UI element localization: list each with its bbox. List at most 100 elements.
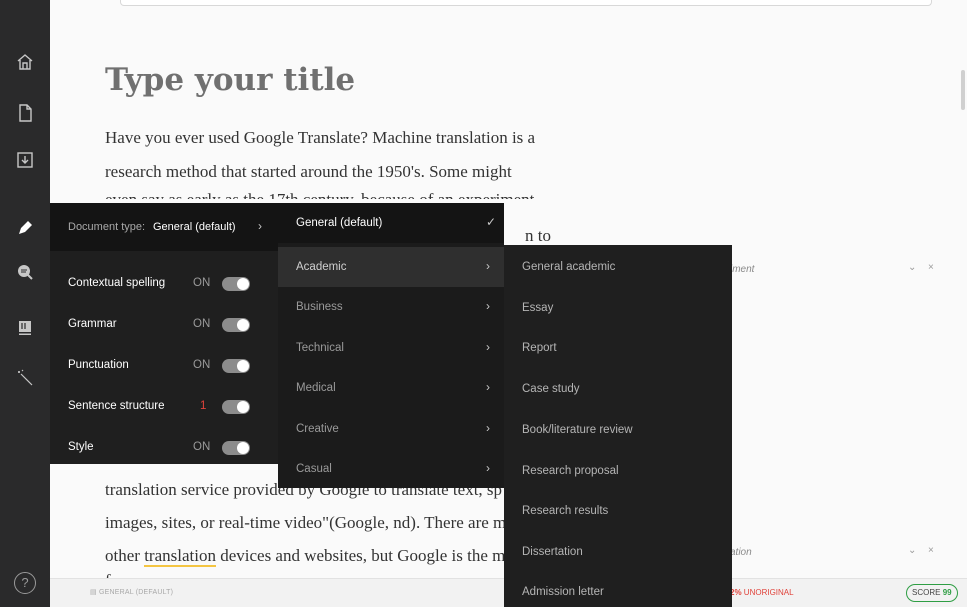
academic-item[interactable]: Book/literature review — [504, 410, 732, 450]
close-icon[interactable]: × — [928, 545, 934, 556]
left-rail: ? — [0, 0, 50, 607]
paragraph-text-after: devices and websites, but Google is the … — [215, 546, 506, 565]
academic-item[interactable]: Research proposal — [504, 451, 732, 491]
download-icon[interactable] — [15, 150, 35, 170]
score-label: SCORE — [912, 588, 941, 597]
setting-state: ON — [193, 359, 211, 371]
menu-item-label: Essay — [522, 302, 554, 314]
chevron-right-icon: › — [486, 461, 490, 475]
page-title[interactable]: Type your title — [105, 62, 355, 98]
setting-label: Contextual spelling — [68, 277, 166, 289]
paragraph-text-before: other — [105, 546, 145, 565]
setting-contextual-spelling[interactable]: Contextual spelling ON — [50, 264, 278, 304]
academic-item[interactable]: Dissertation — [504, 532, 732, 572]
checkmark-icon: ✓ — [486, 215, 497, 229]
menu-item-label: Research results — [522, 505, 609, 517]
settings-panel: Document type: General (default) › Conte… — [50, 203, 278, 464]
menu-item-label: Creative — [296, 423, 339, 435]
underlined-word[interactable]: translation — [144, 546, 216, 567]
chevron-right-icon: › — [486, 380, 490, 394]
close-icon[interactable]: × — [928, 262, 934, 273]
paragraph-line[interactable]: Have you ever used Google Translate? Mac… — [105, 128, 535, 148]
document-type-selector[interactable]: Document type: General (default) › — [50, 203, 278, 251]
setting-state: ON — [193, 318, 211, 330]
document-type-label: Document type: — [68, 221, 146, 233]
status-document-type-label: GENERAL (DEFAULT) — [98, 589, 174, 596]
document-type-value: General (default) — [153, 221, 236, 233]
paragraph-line[interactable]: images, sites, or real-time video"(Googl… — [105, 513, 514, 533]
setting-style[interactable]: Style ON — [50, 428, 278, 468]
paragraph-line[interactable]: research method that started around the … — [105, 162, 512, 182]
setting-alert-count: 1 — [200, 400, 207, 412]
chevron-right-icon: › — [486, 299, 490, 313]
unoriginal-label: UNORIGINAL — [743, 588, 794, 597]
book-icon[interactable] — [15, 318, 35, 338]
toggle-switch[interactable] — [222, 318, 250, 332]
card-label: ation — [730, 547, 752, 558]
menu-item-label: Dissertation — [522, 546, 583, 558]
menu-item-label: Technical — [296, 342, 344, 354]
academic-item[interactable]: Case study — [504, 369, 732, 409]
score-value: 99 — [942, 588, 952, 597]
setting-sentence-structure[interactable]: Sentence structure 1 — [50, 387, 278, 427]
scrollbar[interactable] — [961, 70, 965, 110]
card-label: iment — [730, 264, 755, 275]
chevron-right-icon: › — [486, 340, 490, 354]
toggle-switch[interactable] — [222, 277, 250, 291]
academic-item[interactable]: Admission letter — [504, 572, 732, 607]
menu-item-label: Admission letter — [522, 586, 604, 598]
menu-item-general[interactable]: General (default) ✓ — [278, 203, 504, 243]
setting-state: ON — [193, 441, 211, 453]
magic-wand-icon[interactable] — [15, 368, 35, 388]
setting-label: Punctuation — [68, 359, 129, 371]
document-type-menu: General (default) ✓ Academic › Business … — [278, 203, 504, 488]
menu-item-technical[interactable]: Technical › — [278, 328, 504, 368]
menu-item-medical[interactable]: Medical › — [278, 368, 504, 408]
chevron-right-icon: › — [258, 219, 262, 233]
menu-item-label: Business — [296, 301, 343, 313]
search-document-icon[interactable] — [15, 262, 35, 282]
academic-item[interactable]: Research results — [504, 491, 732, 531]
new-document-icon[interactable] — [15, 103, 35, 123]
score-badge[interactable]: SCORE 99 — [906, 584, 958, 602]
menu-item-label: Report — [522, 342, 557, 354]
unoriginal-indicator[interactable]: 2% UNORIGINAL — [730, 588, 794, 597]
help-icon[interactable]: ? — [14, 572, 36, 594]
home-icon[interactable] — [15, 52, 35, 72]
toggle-switch[interactable] — [222, 400, 250, 414]
setting-punctuation[interactable]: Punctuation ON — [50, 346, 278, 386]
academic-item[interactable]: Report — [504, 328, 732, 368]
academic-submenu: General academic Essay Report Case study… — [504, 245, 732, 607]
setting-grammar[interactable]: Grammar ON — [50, 305, 278, 345]
menu-item-casual[interactable]: Casual › — [278, 449, 504, 489]
academic-item[interactable]: General academic — [504, 247, 732, 287]
setting-label: Style — [68, 441, 94, 453]
menu-item-label: General (default) — [296, 217, 383, 229]
paragraph-line[interactable]: other translation devices and websites, … — [105, 546, 506, 567]
menu-item-label: Book/literature review — [522, 424, 633, 436]
menu-item-label: Academic — [296, 261, 347, 273]
menu-item-label: Case study — [522, 383, 580, 395]
menu-item-label: Casual — [296, 463, 332, 475]
menu-item-academic[interactable]: Academic › — [278, 247, 504, 287]
setting-label: Grammar — [68, 318, 117, 330]
setting-label: Sentence structure — [68, 400, 165, 412]
setting-state: ON — [193, 277, 211, 289]
top-toolbar — [120, 0, 932, 6]
menu-item-label: General academic — [522, 261, 616, 273]
menu-item-label: Research proposal — [522, 465, 619, 477]
menu-item-label: Medical — [296, 382, 336, 394]
chevron-right-icon: › — [486, 421, 490, 435]
status-document-type[interactable]: ▤ GENERAL (DEFAULT) — [90, 588, 173, 596]
chevron-right-icon: › — [486, 259, 490, 273]
document-icon: ▤ — [90, 589, 99, 596]
toggle-switch[interactable] — [222, 441, 250, 455]
pen-icon[interactable] — [15, 218, 35, 238]
expand-icon[interactable]: ⌄ — [908, 545, 916, 556]
expand-icon[interactable]: ⌄ — [908, 262, 916, 273]
menu-item-business[interactable]: Business › — [278, 287, 504, 327]
academic-item[interactable]: Essay — [504, 288, 732, 328]
menu-item-creative[interactable]: Creative › — [278, 409, 504, 449]
paragraph-line-tail[interactable]: n to — [525, 226, 551, 246]
toggle-switch[interactable] — [222, 359, 250, 373]
